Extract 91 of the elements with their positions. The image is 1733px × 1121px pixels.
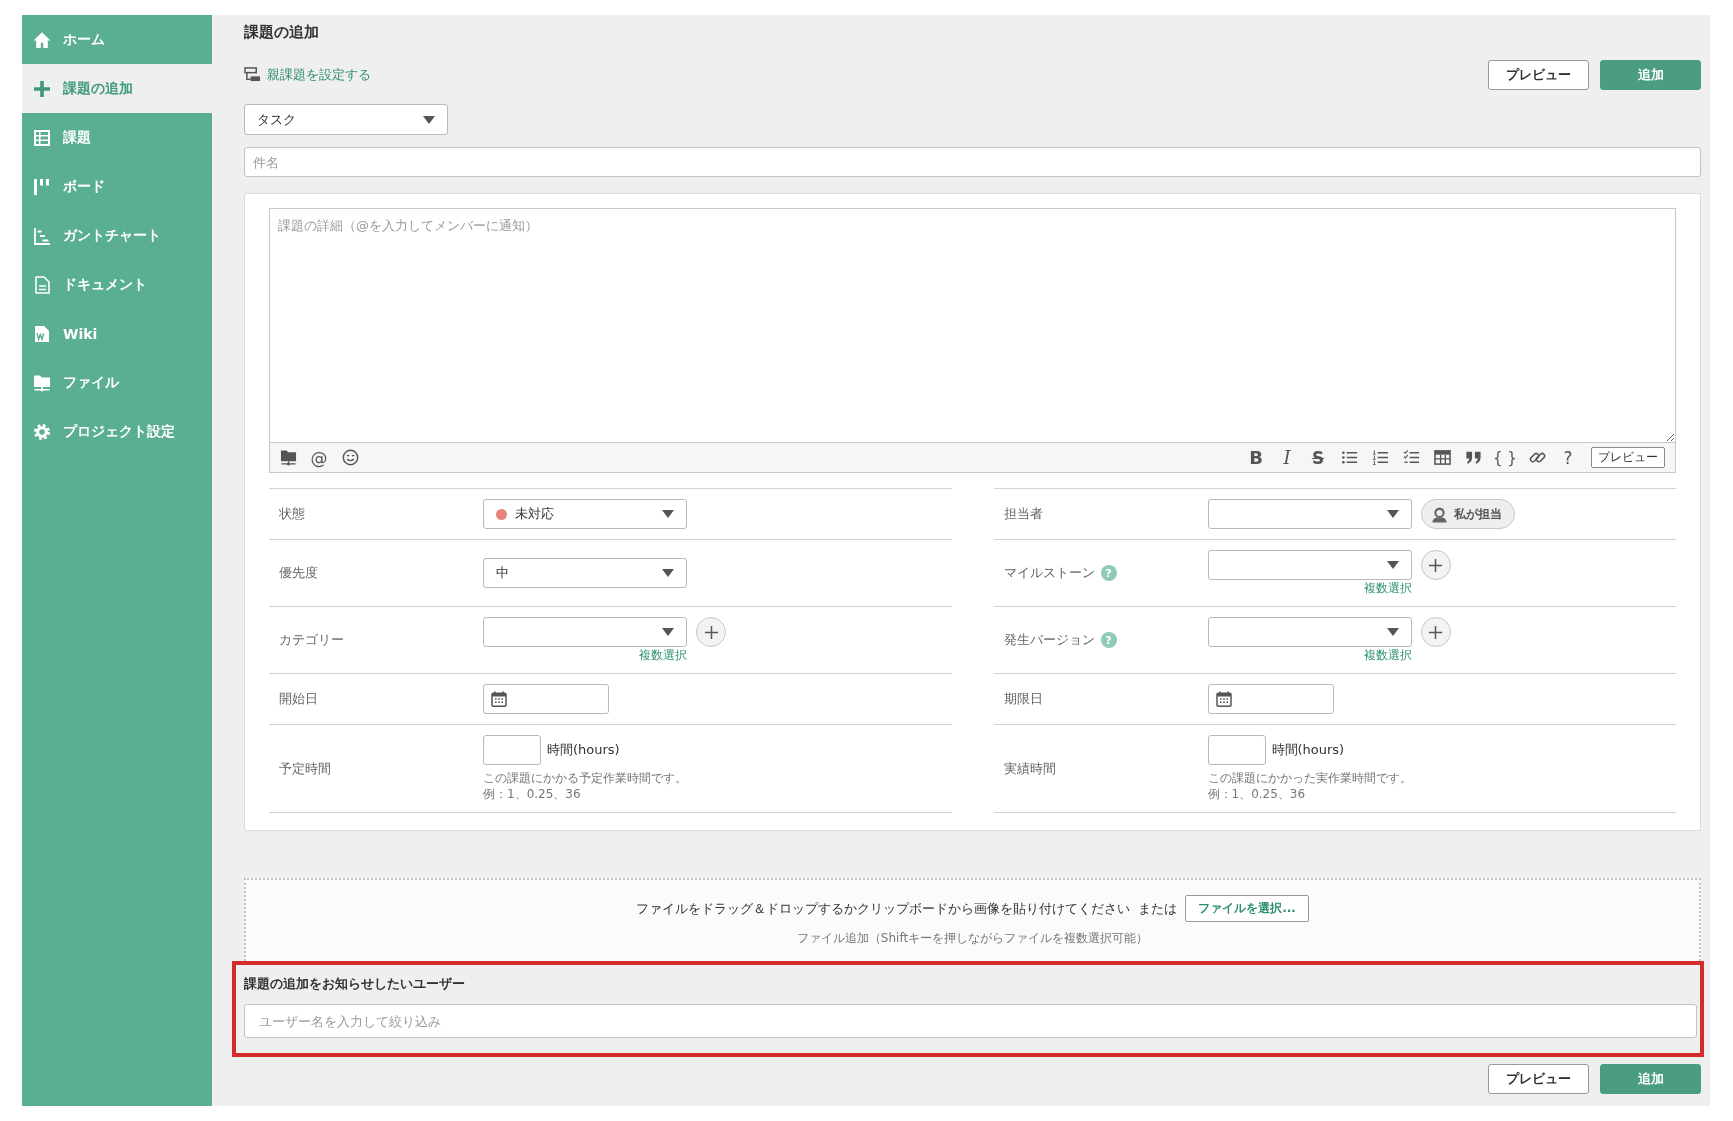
- plus-icon: [33, 79, 51, 98]
- hint-text: この課題にかかった実作業時間です。: [1207, 770, 1412, 786]
- list-icon: [33, 128, 51, 147]
- italic-button[interactable]: I: [1275, 445, 1299, 470]
- nav-item[interactable]: ガントチャート: [22, 211, 212, 260]
- code-button[interactable]: { }: [1492, 445, 1518, 470]
- nav-item[interactable]: ドキュメント: [22, 260, 212, 309]
- preview-button[interactable]: プレビュー: [1591, 447, 1665, 468]
- document-icon: [33, 275, 51, 294]
- mention-button[interactable]: @: [307, 445, 331, 470]
- caret-icon: [662, 628, 674, 636]
- nav-item[interactable]: 課題: [22, 113, 212, 162]
- user-icon: [1430, 505, 1448, 523]
- gear-icon: [33, 422, 51, 441]
- assign-to-me-button[interactable]: 私が担当: [1420, 499, 1515, 529]
- field-label: マイルストーン: [1003, 564, 1095, 582]
- subject-field[interactable]: 件名: [244, 147, 1701, 177]
- unit-label: 時間(hours): [547, 741, 620, 759]
- hint-text: この課題にかかる予定作業時間です。: [483, 770, 687, 786]
- date-field[interactable]: [1207, 684, 1334, 714]
- notify-users-field[interactable]: ユーザー名を入力して絞り込み: [244, 1004, 1697, 1038]
- caret-icon: [1386, 510, 1399, 518]
- nav-item[interactable]: ファイル: [22, 358, 212, 407]
- field-label: 実績時間: [1003, 759, 1056, 778]
- caret-icon: [423, 115, 435, 124]
- caret-icon: [1386, 628, 1399, 636]
- table-icon: [1433, 449, 1451, 466]
- smiley-icon: [341, 449, 359, 466]
- bullet-list-icon: [1340, 449, 1358, 466]
- multi-select-link[interactable]: 複数選択: [639, 648, 687, 663]
- date-field[interactable]: [483, 684, 609, 714]
- calendar-icon: [1215, 691, 1232, 707]
- field-label: 担当者: [1003, 505, 1043, 523]
- hours-field[interactable]: [483, 735, 541, 765]
- field-label: 状態: [279, 505, 305, 523]
- drop-hint: ファイル追加（Shiftキーを押しながらファイルを複数選択可能）: [795, 930, 1150, 947]
- board-icon: [33, 177, 51, 196]
- folder-icon: [33, 373, 51, 392]
- parent-issue-link[interactable]: 親課題を設定する: [244, 65, 371, 84]
- drop-instructions: ファイルをドラッグ＆ドロップするかクリップボードから画像を貼り付けてください: [636, 899, 1131, 918]
- help-button[interactable]: ?: [1556, 445, 1580, 470]
- multi-select-link[interactable]: 複数選択: [1363, 581, 1412, 596]
- hint-text: 例：1、0.25、36: [483, 786, 582, 802]
- page-title: 課題の追加: [244, 22, 320, 42]
- field-label: 期限日: [1003, 690, 1043, 708]
- nav-item[interactable]: プロジェクト設定: [22, 407, 212, 456]
- hint-text: 例：1、0.25、36: [1207, 786, 1307, 802]
- plus-icon: [1428, 557, 1443, 573]
- submit-button[interactable]: 追加: [1600, 59, 1701, 90]
- numbered-list-icon: [1371, 449, 1389, 466]
- nav-item[interactable]: ボード: [22, 162, 212, 211]
- hours-field[interactable]: [1207, 735, 1266, 765]
- drop-zone[interactable]: ファイルをドラッグ＆ドロップするかクリップボードから画像を貼り付けてください または ファイルを選択... ファイル追加（Shiftキーを押しながらファイルを複数選択可能）: [244, 878, 1701, 961]
- gantt-icon: [33, 226, 51, 245]
- home-icon: [33, 30, 51, 49]
- add-item-button[interactable]: [1420, 550, 1451, 580]
- folder-icon: [279, 449, 297, 466]
- calendar-icon: [491, 691, 507, 707]
- quote-icon: [1464, 449, 1482, 466]
- caret-icon: [662, 510, 674, 518]
- submit-button[interactable]: 追加: [1600, 1064, 1701, 1094]
- field-label: 予定時間: [279, 759, 331, 778]
- or-label: または: [1138, 899, 1178, 918]
- preview-button[interactable]: プレビュー: [1488, 59, 1589, 90]
- multi-select-link[interactable]: 複数選択: [1363, 648, 1412, 663]
- strikethrough-button[interactable]: S: [1306, 445, 1330, 470]
- field-label: 発生バージョン: [1003, 631, 1095, 649]
- field-label: 優先度: [279, 564, 318, 582]
- nav-item[interactable]: Wiki: [22, 309, 212, 358]
- add-item-button[interactable]: [1420, 617, 1451, 647]
- preview-button[interactable]: プレビュー: [1488, 1064, 1589, 1094]
- nav-item[interactable]: 課題の追加: [22, 64, 212, 113]
- plus-icon: [1428, 624, 1443, 640]
- caret-icon: [1386, 561, 1399, 569]
- plus-icon: [703, 624, 719, 640]
- caret-icon: [662, 569, 674, 577]
- issue-type-dropdown[interactable]: タスク: [244, 104, 448, 135]
- field-label: 開始日: [279, 690, 318, 708]
- page-icon: [33, 324, 51, 343]
- notify-label: 課題の追加をお知らせしたいユーザー: [244, 975, 466, 993]
- description-field[interactable]: 課題の詳細（@を入力してメンバーに通知）: [269, 208, 1676, 442]
- hierarchy-icon: [244, 67, 261, 82]
- bold-button[interactable]: B: [1244, 445, 1268, 470]
- add-item-button[interactable]: [696, 617, 726, 647]
- unit-label: 時間(hours): [1271, 741, 1345, 759]
- choose-file-button[interactable]: ファイルを選択...: [1185, 895, 1309, 922]
- dropdown[interactable]: 中: [483, 558, 687, 588]
- field-label: カテゴリー: [279, 631, 344, 649]
- dropdown[interactable]: 未対応: [483, 499, 687, 529]
- checklist-icon: [1402, 449, 1420, 466]
- nav-item[interactable]: ホーム: [22, 15, 212, 64]
